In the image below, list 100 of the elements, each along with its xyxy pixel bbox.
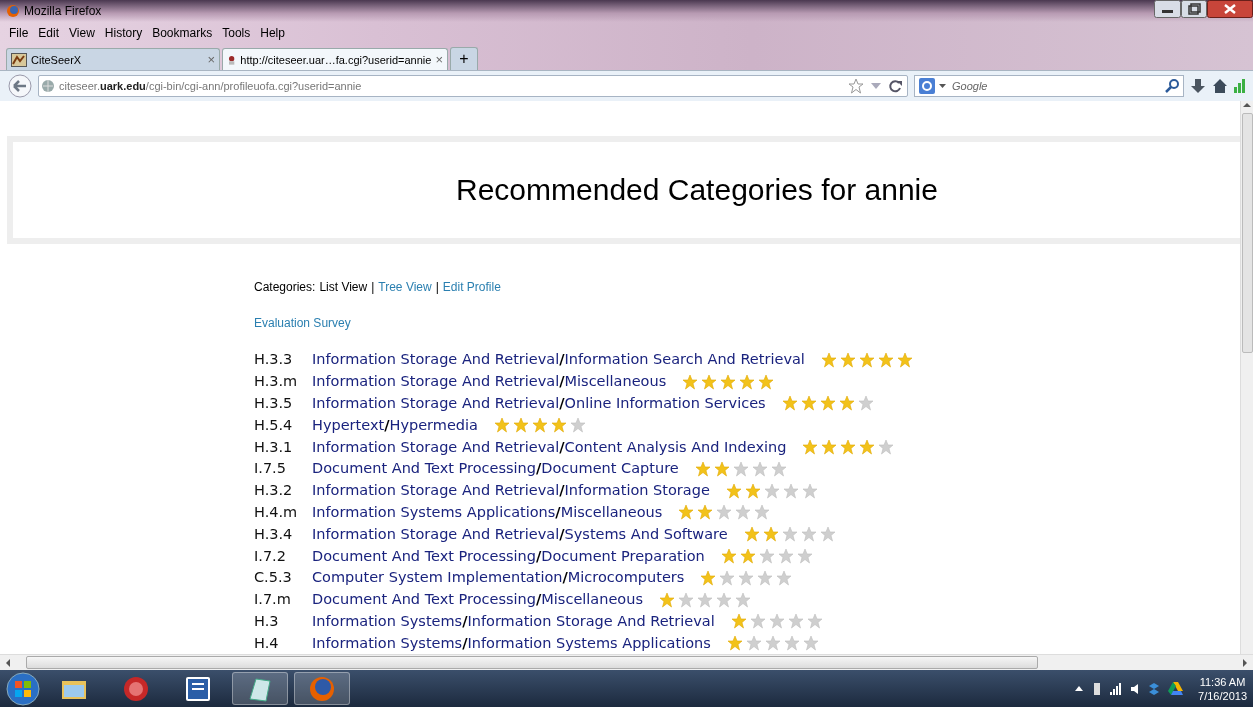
filled-star-icon (743, 526, 760, 543)
filled-star-icon (821, 439, 838, 456)
bookmark-star-icon[interactable] (848, 78, 864, 94)
category-code: C.5.3 (254, 569, 293, 587)
separator-text: | (371, 280, 375, 294)
scroll-left-arrow-icon[interactable] (4, 657, 12, 668)
category-link[interactable]: Information Storage And Retrieval/Systems And Software (312, 525, 728, 543)
dropbox-icon[interactable] (1148, 681, 1161, 696)
category-link[interactable]: Information Storage And Retrieval/Content Analysis And Indexing (312, 438, 787, 456)
drive-icon[interactable] (1168, 681, 1185, 696)
clock[interactable]: 11:36 AM 7/16/2013 (1198, 674, 1247, 703)
scroll-up-arrow-icon[interactable] (1242, 101, 1252, 109)
browser-tab[interactable]: http://citeseer.uar…fa.cgi?userid=annie × (222, 48, 448, 70)
category-link[interactable]: Information Storage And Retrieval/Miscellaneous (312, 373, 667, 391)
category-code: H.5.4 (254, 416, 294, 434)
category-link[interactable]: Computer System Implementation/Microcomputers (312, 569, 685, 587)
filled-star-icon (840, 439, 857, 456)
menu-item[interactable]: Edit (33, 26, 65, 40)
filled-star-icon (513, 417, 529, 434)
category-link[interactable]: Information Systems Applications/Miscellaneous (312, 503, 663, 521)
empty-star-icon (735, 504, 752, 521)
start-button[interactable] (6, 671, 40, 706)
speaker-icon[interactable] (1130, 682, 1141, 695)
download-arrow-icon[interactable] (1190, 78, 1206, 94)
filled-star-icon (720, 373, 737, 390)
browser-tab[interactable]: CiteSeerX × (6, 48, 220, 70)
filled-star-icon (713, 460, 730, 477)
filled-star-icon (694, 460, 711, 477)
new-tab-button[interactable]: + (450, 47, 478, 70)
category-link[interactable]: Document And Text Processing/Document Preparation (312, 547, 705, 565)
filled-star-icon (739, 548, 756, 565)
category-code: H.3.3 (254, 351, 294, 369)
current-view-label: List View (319, 280, 368, 294)
filled-star-icon (877, 351, 894, 368)
clock-date: 7/16/2013 (1198, 688, 1247, 703)
address-bar[interactable]: citeseer.uark.edu/cgi-bin/cgi-ann/profileuofa.cgi?userid=annie (38, 75, 908, 97)
nav-link[interactable]: Edit Profile (442, 280, 501, 294)
filled-star-icon (532, 417, 548, 434)
clock-time: 11:36 AM (1199, 674, 1246, 689)
reload-icon[interactable] (888, 79, 903, 93)
empty-star-icon (758, 548, 775, 565)
filled-star-icon (800, 395, 817, 412)
globe-icon (41, 79, 55, 93)
filled-star-icon (819, 395, 836, 412)
restore-button[interactable] (1181, 0, 1207, 18)
empty-star-icon (857, 395, 874, 412)
filled-star-icon (802, 439, 819, 456)
back-button[interactable] (8, 74, 32, 98)
empty-star-icon (570, 417, 586, 434)
category-link[interactable]: Information Storage And Retrieval/Information Search And Retrieval (312, 351, 805, 369)
document-icon[interactable] (184, 674, 212, 703)
search-engine-icon[interactable] (919, 78, 935, 94)
filled-star-icon (762, 526, 779, 543)
dropdown-icon[interactable] (939, 82, 946, 90)
menu-item[interactable]: Help (255, 26, 290, 40)
category-link[interactable]: Information Systems/Information Systems Applications (312, 634, 711, 652)
empty-star-icon (770, 460, 787, 477)
nav-link[interactable]: Tree View (378, 280, 432, 294)
minimize-button[interactable] (1154, 0, 1181, 18)
filled-star-icon (781, 395, 798, 412)
tab-close-button[interactable]: × (435, 52, 443, 67)
scrollbar-thumb[interactable] (26, 656, 1038, 669)
empty-star-icon (745, 635, 762, 652)
category-code: H.3.m (254, 373, 299, 391)
show-hidden-icons-icon[interactable] (1074, 684, 1085, 693)
filled-star-icon (726, 635, 743, 652)
category-link[interactable]: Information Systems/Information Storage And Retrieval (312, 612, 715, 630)
category-link[interactable]: Document And Text Processing/Miscellaneous (312, 591, 643, 609)
category-link[interactable]: Document And Text Processing/Document Capture (312, 460, 679, 478)
category-code: H.3.2 (254, 482, 294, 500)
empty-star-icon (776, 569, 793, 586)
empty-star-icon (787, 613, 804, 630)
signal-icon[interactable] (1110, 682, 1123, 695)
survey-link[interactable]: Evaluation Survey (254, 316, 351, 330)
nav-label: Categories: (254, 280, 316, 294)
empty-star-icon (781, 526, 798, 543)
scrollbar-thumb[interactable] (1241, 113, 1253, 353)
menu-item[interactable]: Bookmarks (147, 26, 218, 40)
category-link[interactable]: Hypertext/Hypermedia (312, 416, 478, 434)
filled-star-icon (839, 351, 856, 368)
category-link[interactable]: Information Storage And Retrieval/Information Storage (312, 482, 710, 500)
category-link[interactable]: Information Storage And Retrieval/Online Information Services (312, 395, 766, 412)
search-icon[interactable] (1165, 79, 1179, 93)
menu-item[interactable]: History (99, 26, 148, 40)
tab-close-button[interactable]: × (207, 52, 215, 67)
empty-star-icon (719, 569, 736, 586)
menu-item[interactable]: View (64, 26, 100, 40)
empty-star-icon (677, 591, 694, 608)
close-button[interactable] (1207, 0, 1253, 18)
empty-star-icon (802, 635, 819, 652)
filled-star-icon (820, 351, 837, 368)
battery-icon[interactable] (1092, 681, 1103, 696)
category-code: H.4.m (254, 503, 299, 521)
category-code: H.3.4 (254, 525, 294, 543)
search-field[interactable]: Google (914, 75, 1184, 97)
menu-item[interactable]: Tools (217, 26, 256, 40)
filled-star-icon (494, 417, 510, 434)
scroll-right-arrow-icon[interactable] (1241, 657, 1249, 668)
home-icon[interactable] (1212, 78, 1228, 94)
menu-item[interactable]: File (4, 26, 34, 40)
